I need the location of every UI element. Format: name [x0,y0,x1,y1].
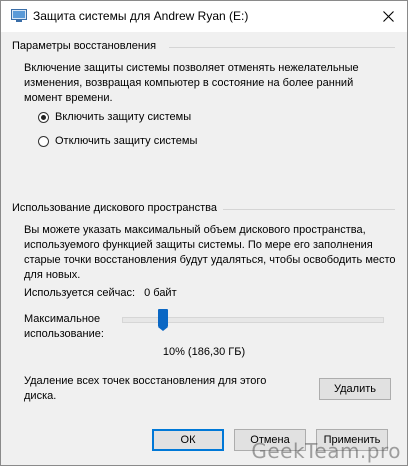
restore-description: Включение защиты системы позволяет отмен… [24,62,359,104]
radio-disable-label: Отключить защиту системы [55,135,198,147]
max-usage-slider-thumb[interactable] [158,309,168,331]
system-protection-icon [11,9,27,23]
group-divider [169,47,395,48]
delete-description: Удаление всех точек восстановления для э… [24,375,267,402]
close-icon[interactable] [382,10,394,22]
radio-button[interactable] [38,111,49,123]
restore-settings-heading: Параметры восстановления [12,40,157,52]
radio-enable-protection[interactable]: Включить защиту системы [38,111,191,123]
current-usage-label: Используется сейчас: [24,287,136,299]
ok-button[interactable]: ОК [152,429,224,451]
slider-value-text: 10% (186,30 ГБ) [162,346,246,358]
close-button[interactable] [377,6,399,26]
dialog-window: Защита системы для Andrew Ryan (E:) Пара… [0,0,408,466]
max-usage-label: Максимальное использование: [24,313,104,340]
current-usage-row: Используется сейчас: 0 байт [24,286,177,301]
delete-button[interactable]: Удалить [319,378,391,400]
disk-usage-description: Вы можете указать максимальный объем дис… [24,224,396,281]
radio-selected-dot [41,114,46,120]
disk-usage-heading: Использование дискового пространства [12,202,217,214]
radio-disable-protection[interactable]: Отключить защиту системы [38,135,197,147]
watermark-text: GeekTeam.pro [251,439,401,463]
group-divider [223,209,395,210]
radio-enable-label: Включить защиту системы [55,111,192,123]
window-title: Защита системы для Andrew Ryan (E:) [33,9,249,23]
title-bar: Защита системы для Andrew Ryan (E:) [1,1,407,32]
radio-button[interactable] [38,135,49,147]
current-usage-value: 0 байт [144,287,177,299]
